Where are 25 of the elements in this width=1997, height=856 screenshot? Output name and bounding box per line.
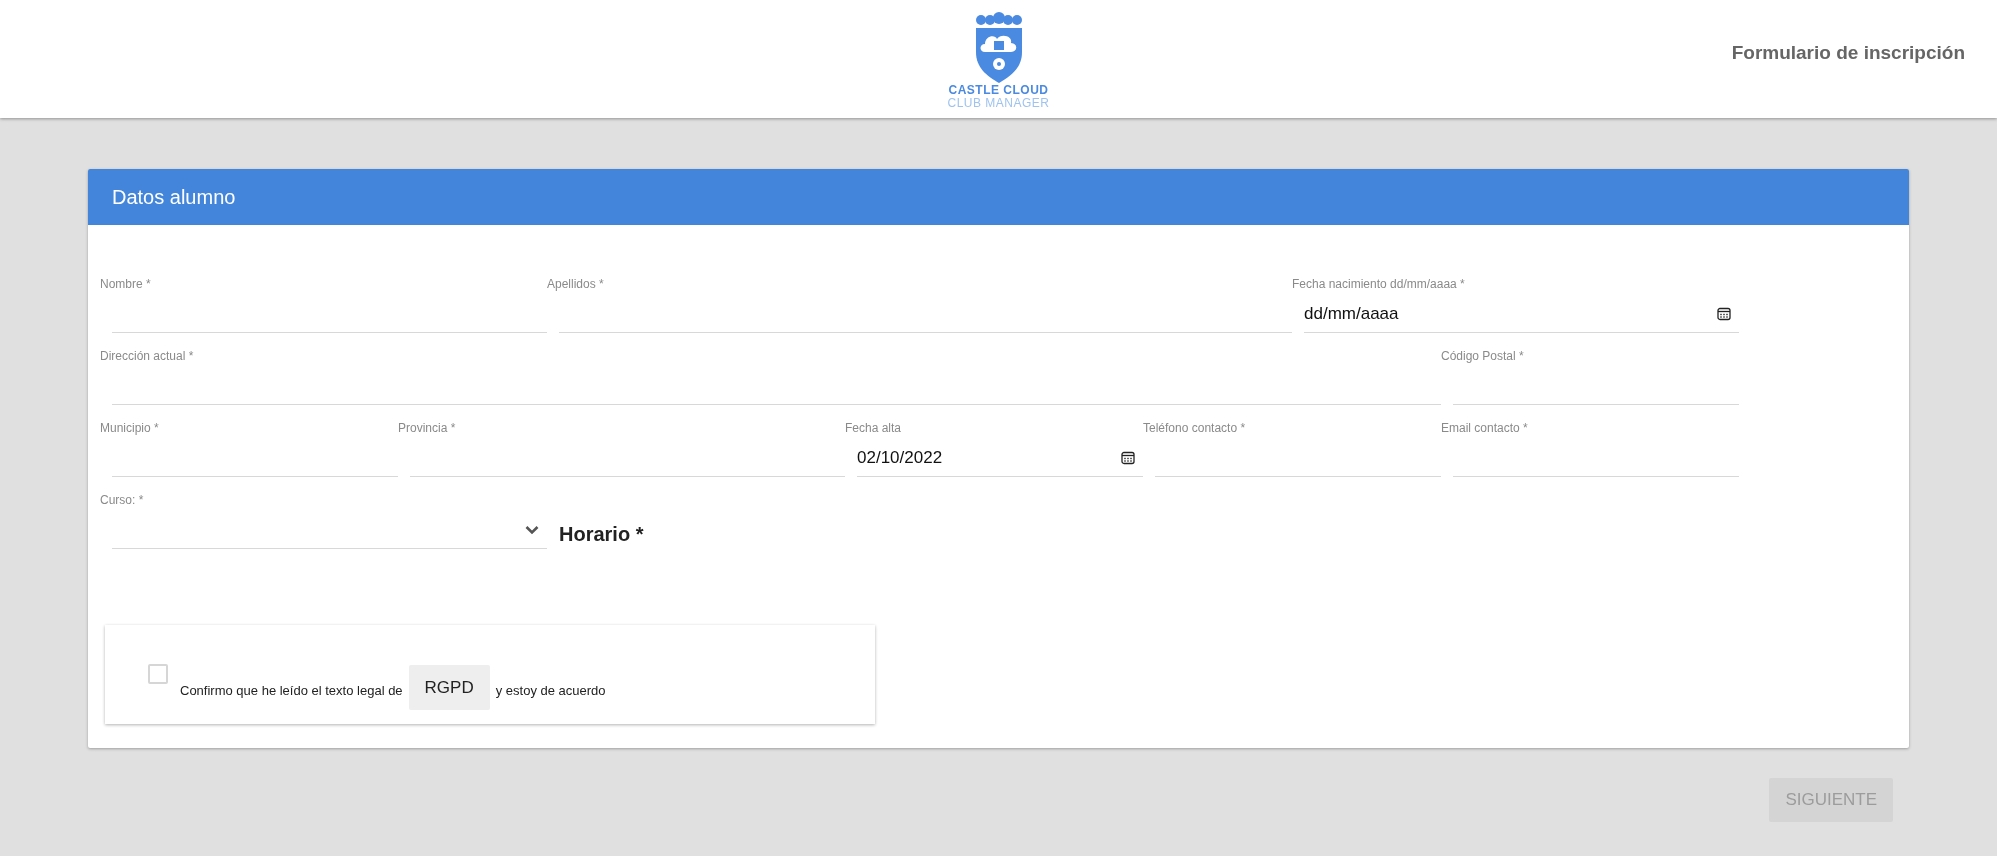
calendar-icon[interactable] <box>1121 451 1135 465</box>
field-label: Nombre * <box>100 277 152 293</box>
consent-text: Confirmo que he leído el texto legal de <box>180 683 403 698</box>
field-label: Fecha alta <box>845 421 903 437</box>
date-field[interactable]: dd/mm/aaaa <box>1304 295 1739 333</box>
calendar-icon[interactable] <box>1717 307 1731 321</box>
logo-text: CASTLE CLOUD <box>948 84 1049 97</box>
field-label: Apellidos * <box>547 277 605 293</box>
field-label: Teléfono contacto * <box>1143 421 1247 437</box>
field-label: Código Postal * <box>1441 349 1525 365</box>
card-title: Datos alumno <box>88 169 1909 225</box>
section-heading: Horario * <box>559 523 645 546</box>
field-label: Provincia * <box>398 421 457 437</box>
field-label: Municipio * <box>100 421 160 437</box>
field-label: Curso: * <box>100 493 145 509</box>
field-label: Dirección actual * <box>100 349 195 365</box>
logo-subtext: CLUB MANAGER <box>947 97 1050 110</box>
checkbox[interactable] <box>148 664 168 684</box>
field-label: Email contacto * <box>1441 421 1529 437</box>
page-title: Formulario de inscripción <box>1731 42 1965 64</box>
date-field[interactable]: 02/10/2022 <box>857 439 1143 477</box>
rgpd-link[interactable]: RGPD <box>408 665 490 710</box>
field-label: Fecha nacimiento dd/mm/aaaa * <box>1292 277 1466 293</box>
chevron-down-icon[interactable] <box>525 525 539 535</box>
consent-text: y estoy de acuerdo <box>495 683 606 698</box>
